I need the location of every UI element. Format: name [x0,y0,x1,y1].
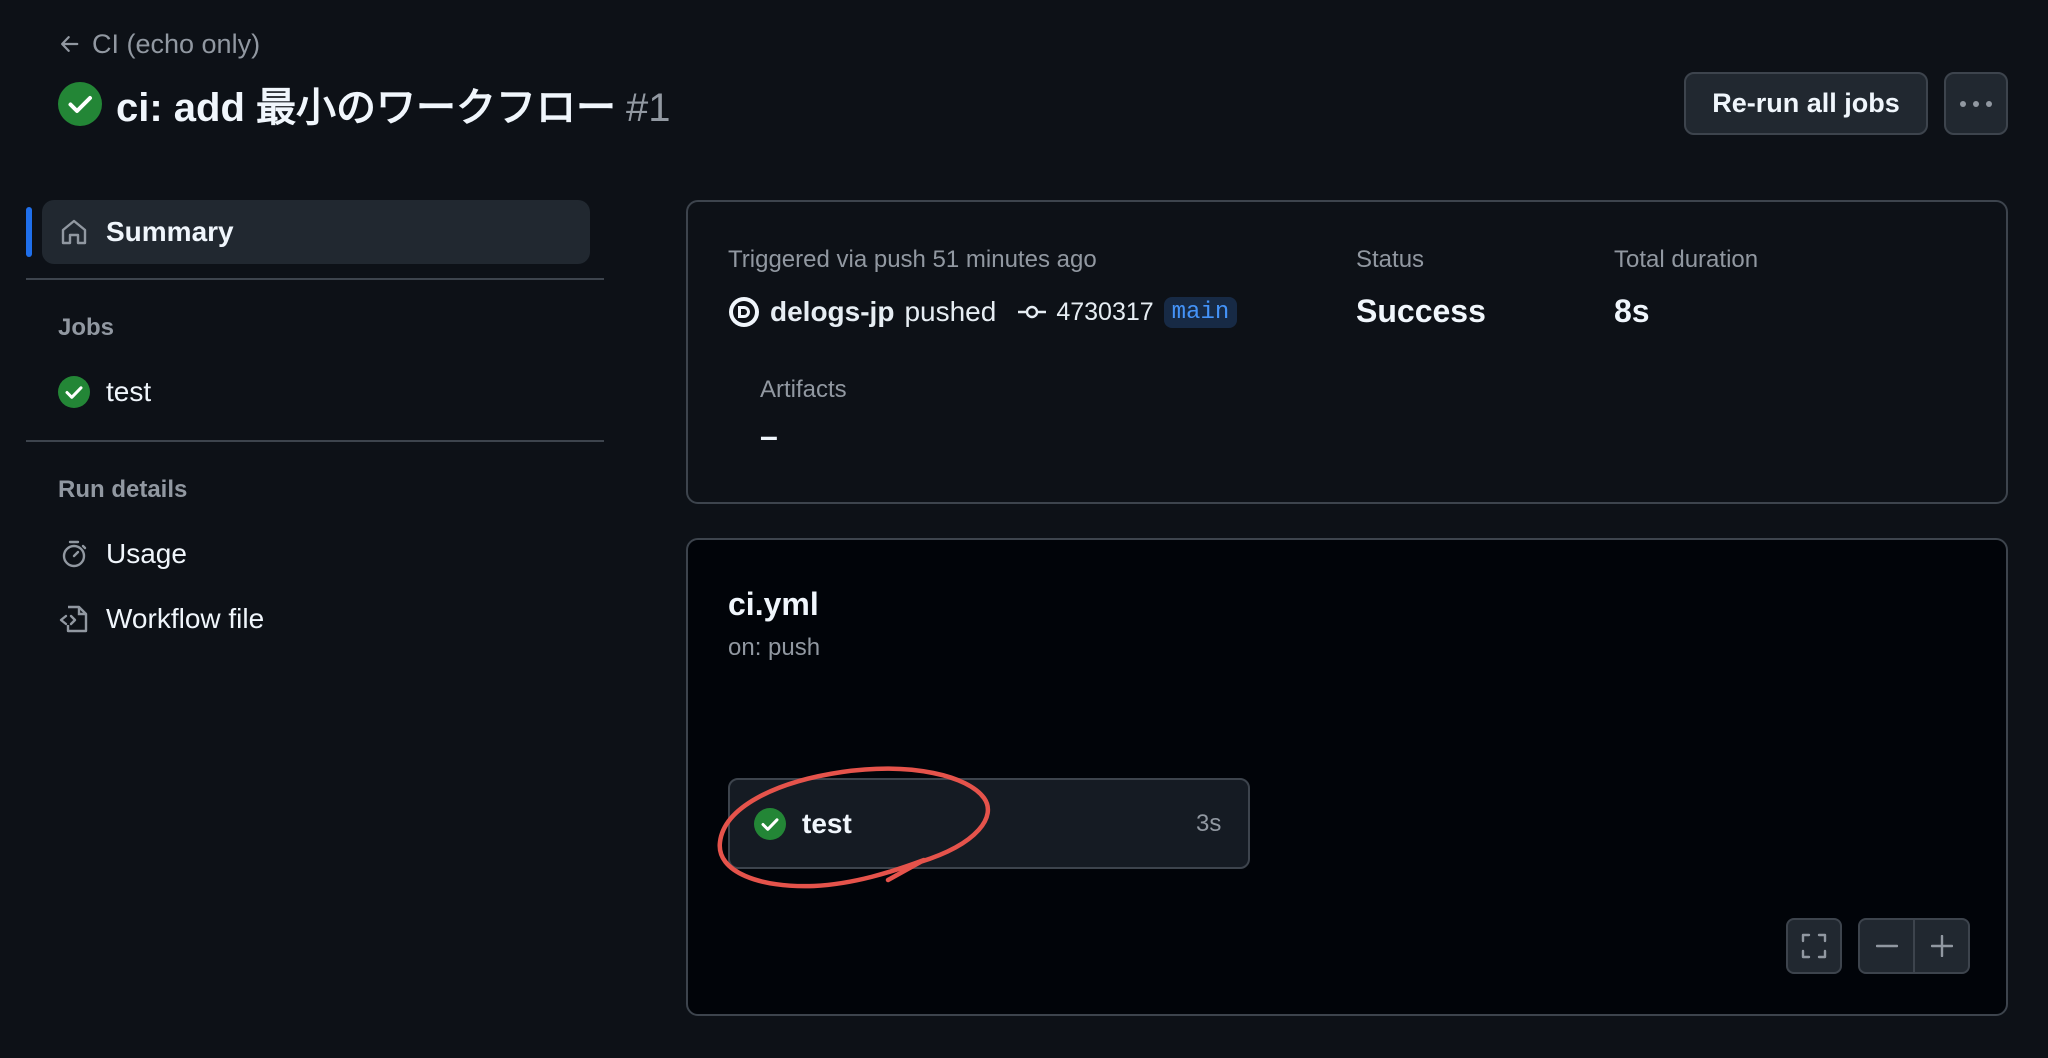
home-icon [58,216,90,248]
status-label: Status [1356,246,1425,273]
workflow-file-name: ci.yml [728,586,819,622]
duration-label: Total duration [1614,246,1759,273]
push-info: delogs-jp pushed 4730317 main [728,294,1238,330]
sidebar-item-label: Usage [106,538,187,569]
dash-icon [1875,944,1898,948]
git-commit-icon [1018,302,1047,322]
divider [26,278,604,280]
artifacts-value: – [760,418,778,454]
plus-icon [1930,935,1953,957]
status-value: Success [1356,293,1486,329]
sidebar-item-label: Summary [106,216,234,247]
kebab-horizontal-icon [1959,100,1993,108]
job-duration: 3s [1196,810,1222,837]
actor-link[interactable]: delogs-jp [770,296,894,328]
commit-sha-link[interactable]: 4730317 [1056,298,1153,327]
workflow-name-link[interactable]: CI (echo only) [92,29,260,60]
active-indicator [26,207,32,257]
push-action: pushed [904,296,997,327]
rerun-all-jobs-button[interactable]: Re-run all jobs [1684,72,1928,135]
back-link[interactable]: CI (echo only) [58,26,260,62]
zoom-controls [1858,918,1970,974]
check-circle-fill-icon [58,376,90,408]
jobs-heading: Jobs [58,314,115,341]
fullscreen-icon [1801,933,1827,959]
sidebar-summary-content[interactable]: Summary [58,214,234,250]
annotation-circle [716,764,998,900]
run-title: ci: add 最小のワークフロー #1 [116,75,671,133]
trigger-text: Triggered via push 51 minutes ago [728,246,1097,273]
artifacts-label: Artifacts [760,376,847,403]
stopwatch-icon [58,538,90,570]
more-options-button[interactable] [1944,72,2008,135]
sidebar-item-label: test [106,376,152,407]
arrow-left-icon [58,33,80,55]
zoom-in-button[interactable] [1915,920,1968,972]
sidebar-item-label: Workflow file [106,603,265,634]
sidebar-item-usage[interactable]: Usage [58,536,187,572]
run-title-text: ci: add 最小のワークフロー [116,86,617,130]
avatar[interactable] [728,296,760,328]
divider [26,440,604,442]
sidebar-item-job-test[interactable]: test [58,374,151,410]
sidebar-item-workflow-file[interactable]: Workflow file [58,601,264,637]
zoom-out-button[interactable] [1860,920,1915,972]
file-code-icon [58,603,90,635]
check-circle-fill-icon [58,82,102,126]
branch-label[interactable]: main [1163,296,1238,328]
fullscreen-button[interactable] [1786,918,1842,974]
run-number: #1 [626,86,671,130]
duration-value: 8s [1614,293,1650,329]
page-title: ci: add 最小のワークフロー #1 [58,78,671,130]
workflow-trigger: on: push [728,634,821,661]
run-details-heading: Run details [58,476,188,503]
